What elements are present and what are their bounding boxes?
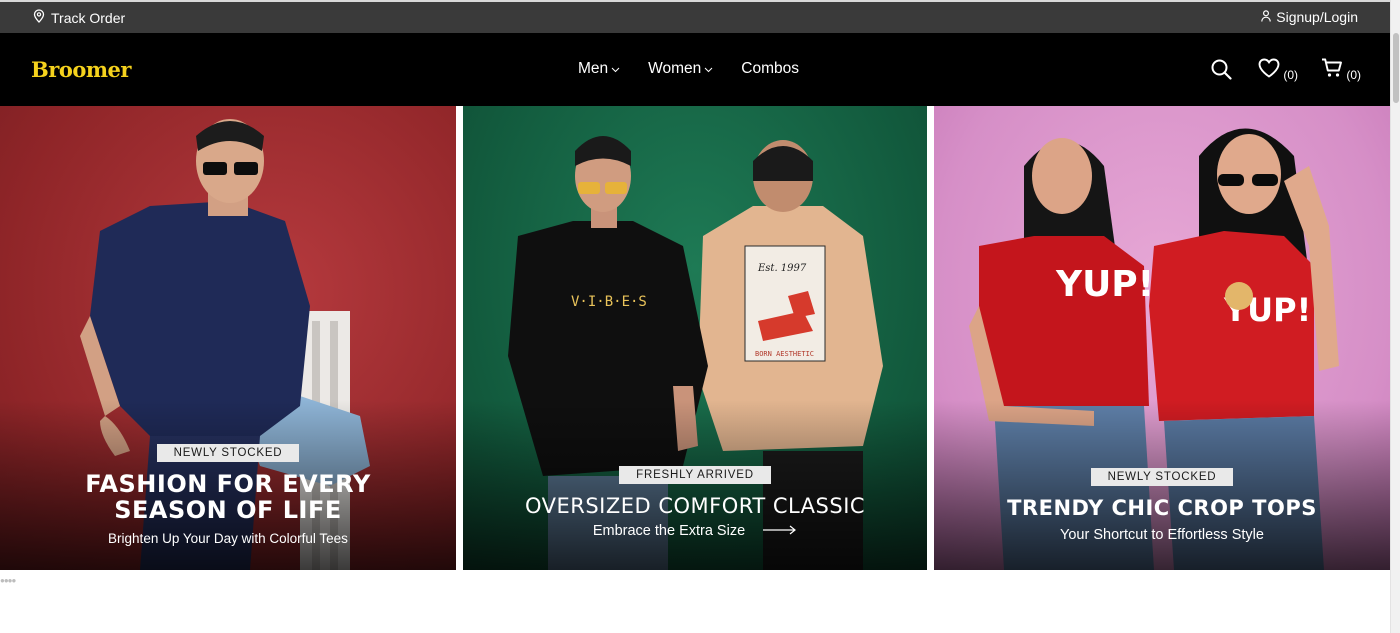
- shirt-print-left: YUP!: [1055, 264, 1154, 305]
- banner-subtitle-row: Embrace the Extra Size: [463, 523, 927, 539]
- banner-text-block: NEWLY STOCKED TRENDY CHIC CROP TOPS Your…: [934, 467, 1390, 543]
- banner-badge: NEWLY STOCKED: [1090, 468, 1234, 486]
- banner-text-block: FRESHLY ARRIVED OVERSIZED COMFORT CLASSI…: [463, 465, 927, 539]
- scrollbar-thumb[interactable]: [1393, 33, 1399, 103]
- banner-headline: OVERSIZED COMFORT CLASSIC: [524, 494, 866, 518]
- banner-oversized-comfort[interactable]: Est. 1997 BORN AESTHETIC V·I·B·E·S FRESH…: [463, 106, 927, 570]
- top-utility-bar: Track Order Signup/Login: [0, 0, 1390, 33]
- banner-badge: NEWLY STOCKED: [156, 444, 300, 462]
- banner-headline: TRENDY CHIC CROP TOPS: [1007, 496, 1317, 520]
- nav-item-women-label: Women: [648, 60, 702, 77]
- wishlist-count: (0): [1283, 68, 1298, 82]
- signup-login-label: Signup/Login: [1276, 9, 1358, 25]
- banner-badge: FRESHLY ARRIVED: [619, 466, 771, 484]
- cart-button[interactable]: (0): [1321, 58, 1361, 83]
- user-icon: [1261, 9, 1272, 25]
- search-button[interactable]: [1211, 59, 1232, 85]
- track-order-label: Track Order: [51, 9, 126, 26]
- main-menu: Men Women Combos: [578, 60, 799, 78]
- cart-icon: [1321, 58, 1343, 83]
- banner-subtitle: Embrace the Extra Size: [592, 523, 746, 539]
- chevron-down-icon: [611, 60, 620, 78]
- banner-headline-line1: FASHION FOR EVERY: [85, 470, 371, 498]
- chevron-down-icon: [704, 60, 713, 78]
- main-navbar: Broomer Men Women Combos (0) (0): [0, 33, 1390, 106]
- location-pin-icon: [33, 9, 45, 26]
- search-icon: [1211, 59, 1232, 85]
- heart-icon: [1258, 58, 1280, 83]
- brand-logo[interactable]: Broomer: [31, 57, 131, 82]
- wishlist-button[interactable]: (0): [1258, 58, 1298, 83]
- signup-login-link[interactable]: Signup/Login: [1261, 9, 1358, 25]
- nav-item-men-label: Men: [578, 60, 609, 77]
- arrow-right-icon[interactable]: [763, 523, 797, 539]
- track-order-link[interactable]: Track Order: [33, 9, 125, 26]
- banner-trendy-crop-tops[interactable]: YUP! YUP! NEWLY STOCKED TRENDY CHIC CROP…: [934, 106, 1390, 570]
- banner-fashion-every-season[interactable]: NEWLY STOCKED FASHION FOR EVERY SEASON O…: [0, 106, 456, 570]
- page-scrollbar[interactable]: [1390, 0, 1400, 633]
- nav-item-combos-label: Combos: [741, 60, 799, 77]
- back-print-text: BORN AESTHETIC: [755, 350, 814, 358]
- banner-headline-line2: SEASON OF LIFE: [114, 496, 342, 524]
- banner-text-block: NEWLY STOCKED FASHION FOR EVERY SEASON O…: [0, 443, 456, 546]
- shirt-print-text: V·I·B·E·S: [571, 294, 647, 310]
- nav-item-combos[interactable]: Combos: [741, 60, 799, 78]
- nav-item-men[interactable]: Men: [578, 60, 620, 78]
- back-print-year: Est. 1997: [757, 263, 807, 274]
- banner-subtitle: Brighten Up Your Day with Colorful Tees: [108, 531, 348, 546]
- banner-subtitle: Your Shortcut to Effortless Style: [1060, 527, 1264, 543]
- nav-item-women[interactable]: Women: [648, 60, 713, 78]
- carousel-dots[interactable]: ●●●●: [0, 576, 16, 585]
- cart-count: (0): [1346, 68, 1361, 82]
